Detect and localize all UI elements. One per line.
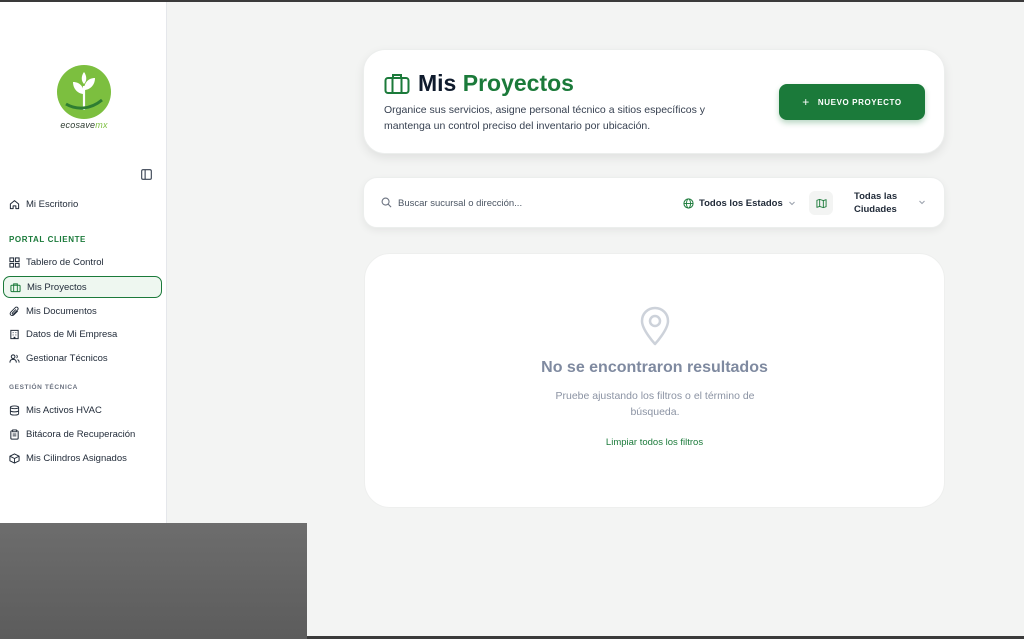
sidebar-item-mis-proyectos[interactable]: Mis Proyectos xyxy=(3,276,162,298)
globe-icon xyxy=(683,197,694,209)
clear-filters-link[interactable]: Limpiar todos los filtros xyxy=(365,437,944,448)
search-input[interactable] xyxy=(398,193,658,213)
users-icon xyxy=(9,353,20,363)
sidebar-item-label: Gestionar Técnicos xyxy=(26,352,108,364)
new-project-button[interactable]: + NUEVO PROYECTO xyxy=(779,84,925,120)
sidebar-item-label: Mis Activos HVAC xyxy=(26,404,102,416)
building-icon xyxy=(10,329,19,339)
sidebar-item-label: Mi Escritorio xyxy=(26,198,79,210)
sidebar-item-mi-escritorio[interactable]: Mi Escritorio xyxy=(3,193,162,215)
clipboard-icon xyxy=(10,428,19,440)
filter-bar: Todos los Estados Todas las Ciudades xyxy=(363,177,945,228)
plus-icon: + xyxy=(802,95,810,109)
empty-state-card: No se encontraron resultados Pruebe ajus… xyxy=(364,253,945,508)
paperclip-icon xyxy=(9,306,19,316)
sidebar-item-label: Tablero de Control xyxy=(26,256,104,268)
ecosave-logo-icon xyxy=(57,65,111,119)
sidebar-item-label: Mis Documentos xyxy=(26,305,97,317)
page-title: Mis Proyectos xyxy=(418,70,574,96)
city-select-value: Todas las Ciudades xyxy=(854,191,898,215)
box-icon xyxy=(9,452,20,464)
section-gestion-tecnica: GESTIÓN TÉCNICA xyxy=(9,384,78,391)
briefcase-icon xyxy=(384,73,410,94)
chevron-down-icon xyxy=(919,200,925,205)
sidebar-item-label: Datos de Mi Empresa xyxy=(26,328,118,340)
sidebar-toggle-icon xyxy=(140,168,152,180)
sidebar-item-gestionar-tecnicos[interactable]: Gestionar Técnicos xyxy=(3,347,162,369)
sidebar-item-datos-de-mi-empresa[interactable]: Datos de Mi Empresa xyxy=(3,323,162,345)
section-portal-cliente: PORTAL CLIENTE xyxy=(9,235,86,244)
sidebar-item-mis-documentos[interactable]: Mis Documentos xyxy=(3,300,162,322)
empty-state-title: No se encontraron resultados xyxy=(541,359,768,376)
grid-icon xyxy=(9,256,20,268)
logo-wordmark: ecosavemx xyxy=(60,120,108,130)
home-icon xyxy=(9,199,20,209)
sidebar-item-mis-activos-hvac[interactable]: Mis Activos HVAC xyxy=(3,399,162,421)
page-header-card: Mis Proyectos Organice sus servicios, as… xyxy=(363,49,945,154)
state-select-value: Todos los Estados xyxy=(699,197,783,209)
page-subtitle: Organice sus servicios, asigne personal … xyxy=(384,104,705,132)
state-select[interactable]: Todos los Estados xyxy=(679,191,799,215)
empty-state-description: Pruebe ajustando los filtros o el términ… xyxy=(555,390,755,418)
sidebar: ecosavemx Mi Escritorio PORTAL CLIENTE T… xyxy=(0,2,167,523)
sidebar-item-bitacora-de-recuperacion[interactable]: Bitácora de Recuperación xyxy=(3,423,162,445)
chevron-down-icon xyxy=(788,201,795,206)
map-pin-icon xyxy=(640,306,670,346)
new-project-label: NUEVO PROYECTO xyxy=(817,97,902,107)
sidebar-item-label: Bitácora de Recuperación xyxy=(26,428,136,440)
overlay-region xyxy=(0,523,307,639)
database-icon xyxy=(9,404,20,416)
map-button[interactable] xyxy=(809,191,833,215)
city-select[interactable]: Todas las Ciudades xyxy=(842,186,937,220)
sidebar-collapse-button[interactable] xyxy=(139,167,153,181)
sidebar-item-mis-cilindros-asignados[interactable]: Mis Cilindros Asignados xyxy=(3,447,162,469)
map-icon xyxy=(815,198,827,208)
sidebar-item-label: Mis Cilindros Asignados xyxy=(26,452,127,464)
page-title-row: Mis Proyectos xyxy=(384,70,574,97)
search-icon xyxy=(381,197,392,208)
briefcase-icon xyxy=(10,282,21,292)
sidebar-item-tablero-de-control[interactable]: Tablero de Control xyxy=(3,251,162,273)
sidebar-item-label: Mis Proyectos xyxy=(27,281,87,293)
